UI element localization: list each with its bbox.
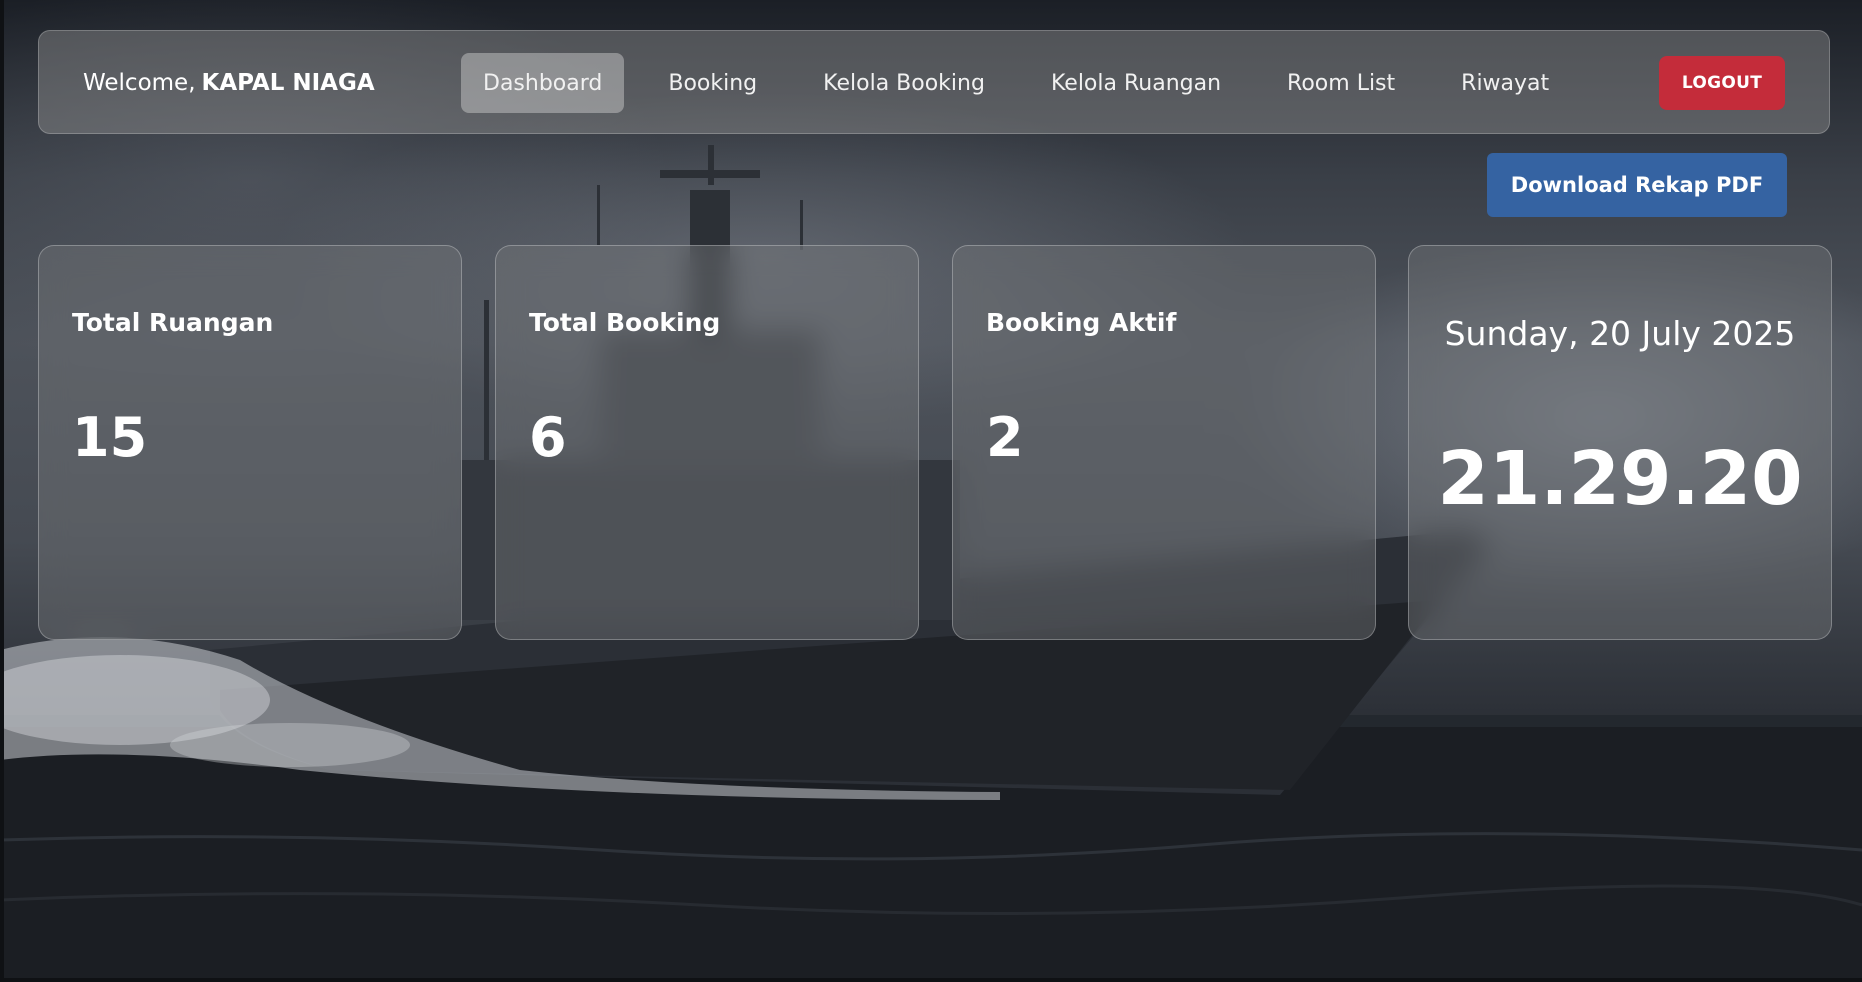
stat-title: Total Ruangan <box>72 308 274 337</box>
nav-link-dashboard[interactable]: Dashboard <box>461 53 625 113</box>
nav-links: Dashboard Booking Kelola Booking Kelola … <box>461 53 1593 113</box>
stat-card-booking-aktif: Booking Aktif 2 <box>952 245 1376 640</box>
nav-link-riwayat[interactable]: Riwayat <box>1439 53 1571 113</box>
nav-link-kelola-ruangan[interactable]: Kelola Ruangan <box>1029 53 1243 113</box>
stat-value: 6 <box>529 406 567 469</box>
nav-link-kelola-booking[interactable]: Kelola Booking <box>801 53 1007 113</box>
current-date: Sunday, 20 July 2025 <box>1444 314 1796 353</box>
clock-card: Sunday, 20 July 2025 21.29.20 <box>1408 245 1832 640</box>
stat-card-total-ruangan: Total Ruangan 15 <box>38 245 462 640</box>
logout-button[interactable]: LOGOUT <box>1659 56 1785 110</box>
nav-link-room-list[interactable]: Room List <box>1265 53 1417 113</box>
stat-value: 2 <box>986 406 1024 469</box>
stat-title: Total Booking <box>529 308 721 337</box>
stat-value: 15 <box>72 406 148 469</box>
welcome-message: Welcome, KAPAL NIAGA <box>83 31 375 135</box>
download-rekap-pdf-button[interactable]: Download Rekap PDF <box>1487 153 1787 217</box>
window-edge <box>0 0 4 982</box>
window-edge <box>0 978 1862 982</box>
user-name: KAPAL NIAGA <box>201 70 375 96</box>
top-navbar: Welcome, KAPAL NIAGA Dashboard Booking K… <box>38 30 1830 134</box>
stat-card-total-booking: Total Booking 6 <box>495 245 919 640</box>
nav-link-booking[interactable]: Booking <box>646 53 779 113</box>
welcome-prefix: Welcome, <box>83 70 196 96</box>
current-time: 21.29.20 <box>1437 436 1803 522</box>
stat-title: Booking Aktif <box>986 308 1177 337</box>
